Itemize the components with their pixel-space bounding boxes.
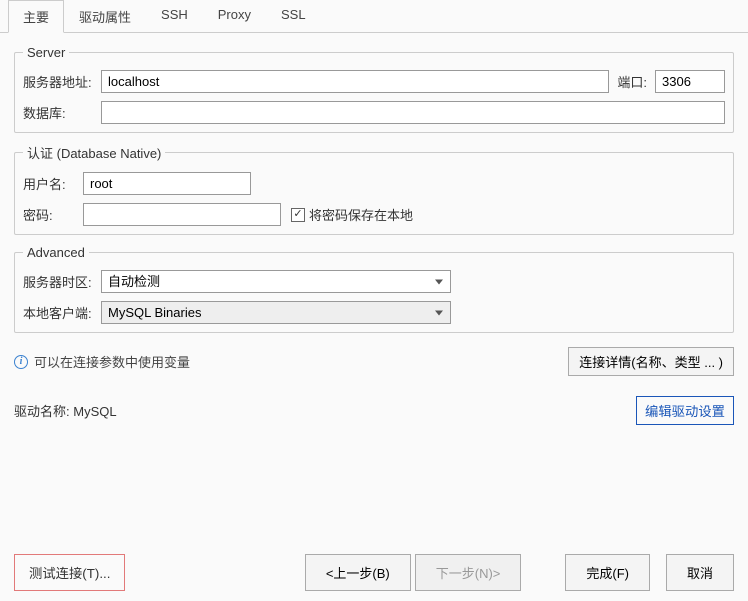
- next-button[interactable]: 下一步(N)>: [415, 554, 522, 591]
- tab-driver-props[interactable]: 驱动属性: [64, 0, 146, 32]
- driver-name-label: 驱动名称:: [14, 404, 73, 419]
- port-label: 端口:: [609, 72, 655, 91]
- tab-ssl[interactable]: SSL: [266, 0, 321, 32]
- server-group: Server 服务器地址: 端口: 数据库:: [14, 45, 734, 133]
- tab-ssh[interactable]: SSH: [146, 0, 203, 32]
- tab-proxy[interactable]: Proxy: [203, 0, 266, 32]
- test-connection-button[interactable]: 测试连接(T)...: [14, 554, 125, 591]
- database-input[interactable]: [101, 101, 725, 124]
- host-label: 服务器地址:: [23, 72, 101, 91]
- database-label: 数据库:: [23, 103, 101, 122]
- advanced-group: Advanced 服务器时区: 自动检测 本地客户端: MySQL Binari…: [14, 245, 734, 333]
- cancel-button[interactable]: 取消: [666, 554, 734, 591]
- port-input[interactable]: [655, 70, 725, 93]
- connection-details-button[interactable]: 连接详情(名称、类型 ... ): [568, 347, 734, 376]
- password-input[interactable]: [83, 203, 281, 226]
- auth-legend: 认证 (Database Native): [23, 143, 165, 162]
- edit-driver-button[interactable]: 编辑驱动设置: [636, 396, 734, 425]
- username-label: 用户名:: [23, 174, 83, 193]
- advanced-legend: Advanced: [23, 245, 89, 260]
- tab-main[interactable]: 主要: [8, 0, 64, 33]
- info-icon: i: [14, 355, 28, 369]
- auth-group: 认证 (Database Native) 用户名: 密码: ✓ 将密码保存在本地: [14, 143, 734, 235]
- finish-button[interactable]: 完成(F): [565, 554, 650, 591]
- password-label: 密码:: [23, 205, 83, 224]
- server-legend: Server: [23, 45, 69, 60]
- back-button[interactable]: <上一步(B): [305, 554, 411, 591]
- host-input[interactable]: [101, 70, 609, 93]
- username-input[interactable]: [83, 172, 251, 195]
- driver-name-value: MySQL: [73, 404, 116, 419]
- timezone-select[interactable]: 自动检测: [101, 270, 451, 293]
- driver-name-row: 驱动名称: MySQL: [14, 401, 117, 420]
- local-client-select[interactable]: MySQL Binaries: [101, 301, 451, 324]
- timezone-label: 服务器时区:: [23, 272, 101, 291]
- variables-hint: 可以在连接参数中使用变量: [34, 352, 190, 371]
- save-password-checkbox[interactable]: ✓: [291, 208, 305, 222]
- tabs-bar: 主要 驱动属性 SSH Proxy SSL: [0, 0, 748, 33]
- save-password-label: 将密码保存在本地: [309, 205, 413, 224]
- local-client-label: 本地客户端:: [23, 303, 101, 322]
